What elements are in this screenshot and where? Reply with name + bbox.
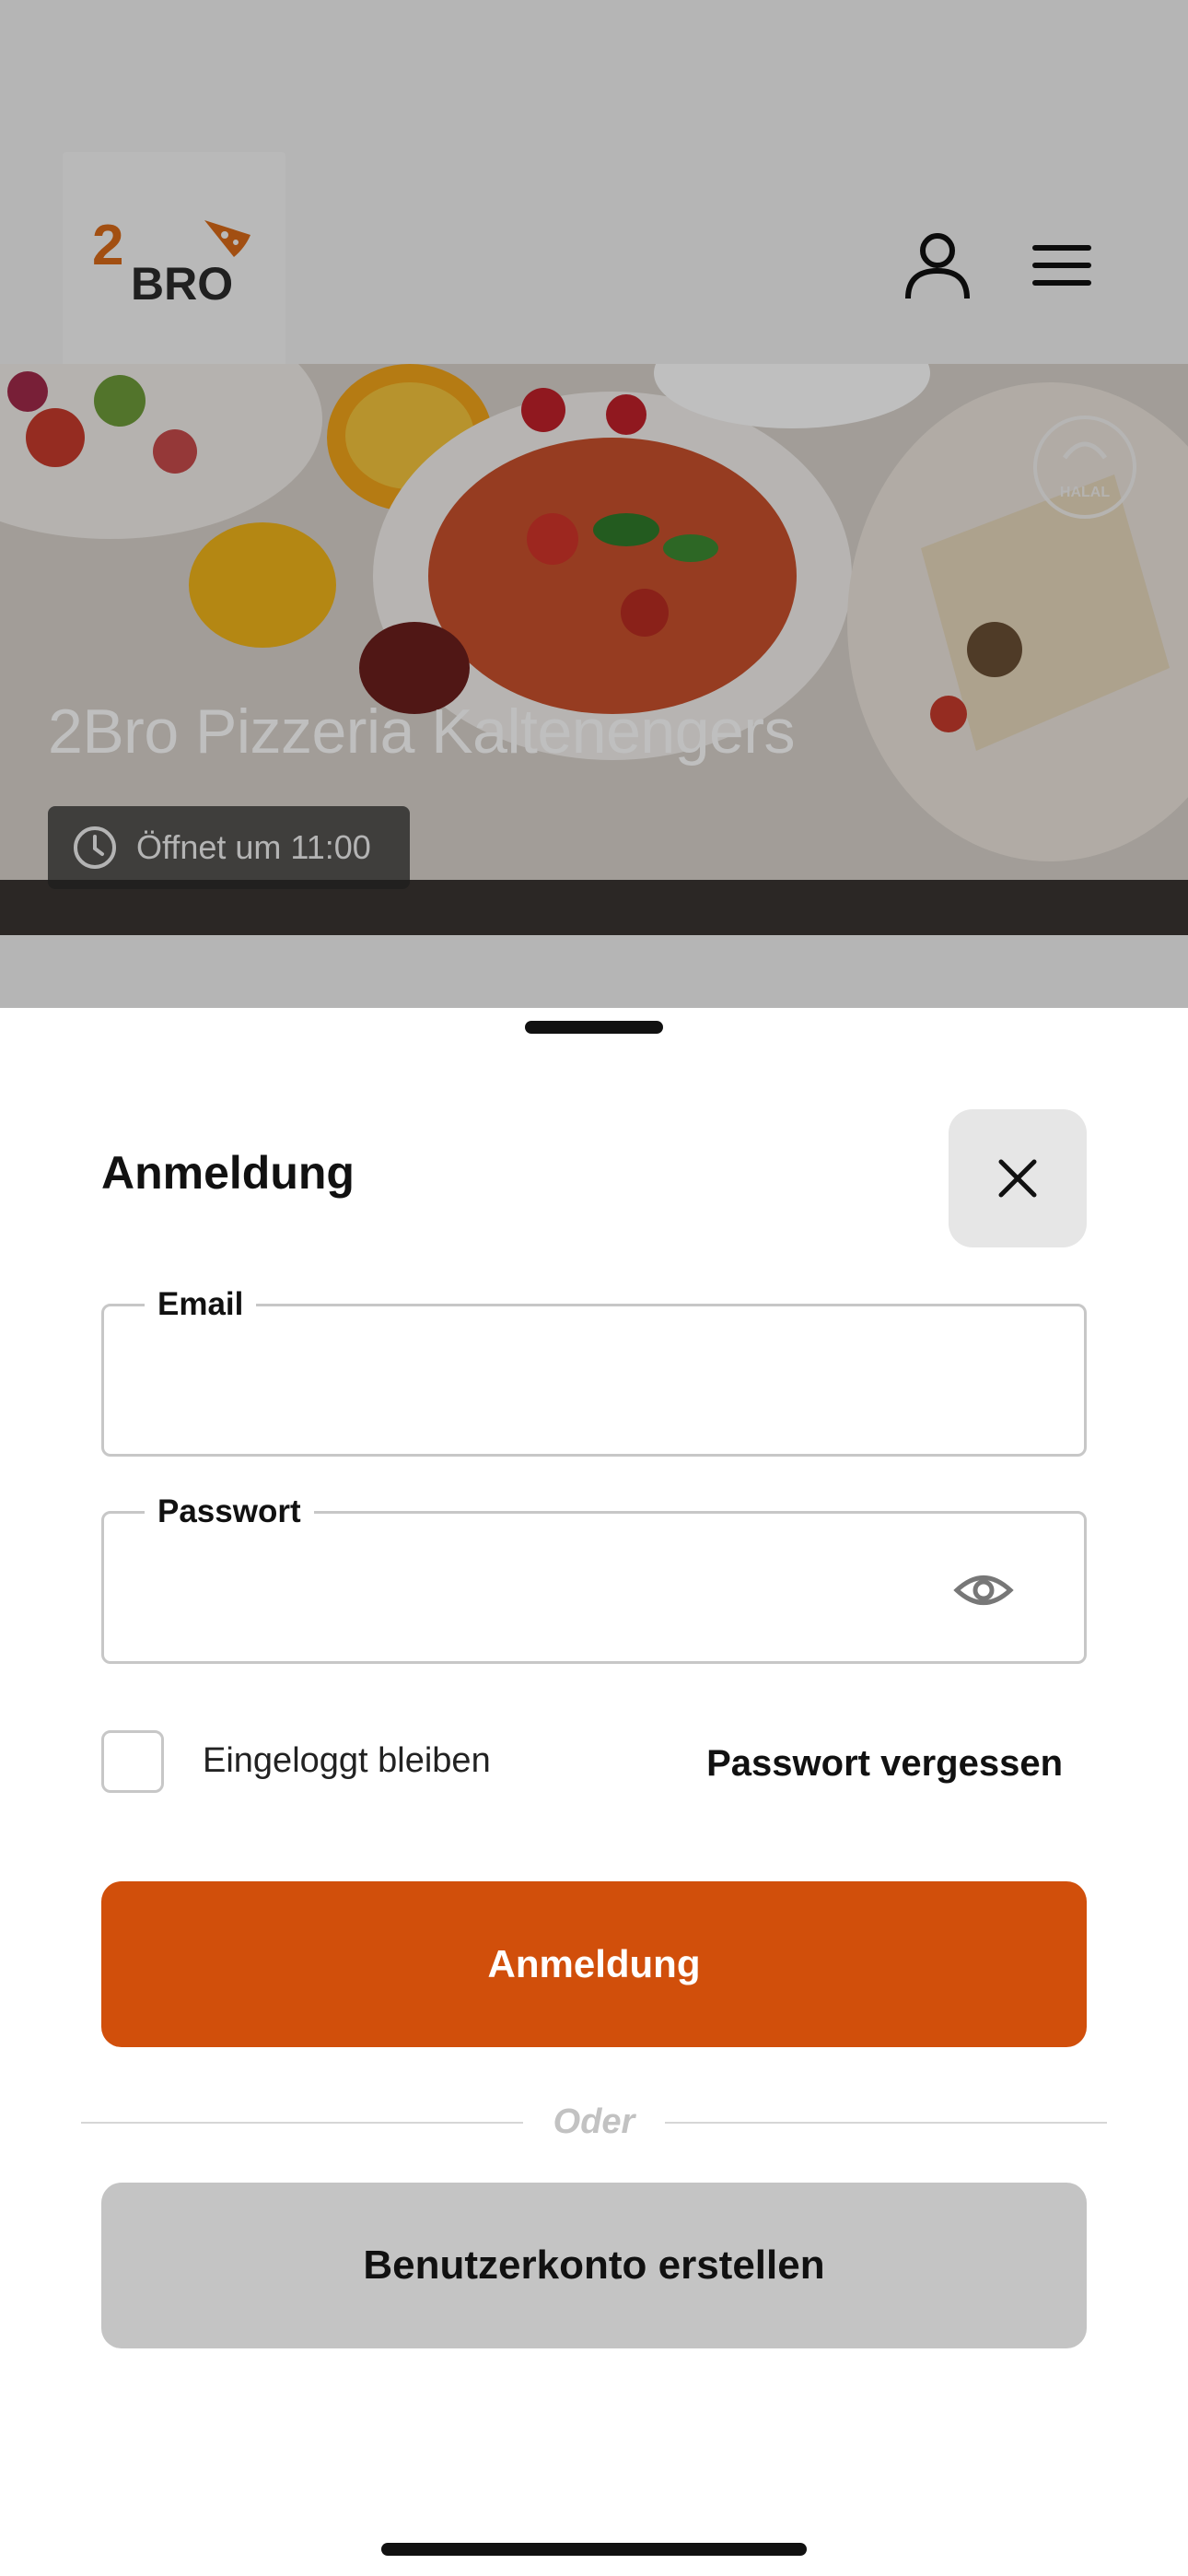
remember-label[interactable]: Eingeloggt bleiben bbox=[203, 1741, 491, 1781]
password-field[interactable]: Passwort bbox=[101, 1493, 1087, 1664]
close-button[interactable] bbox=[949, 1109, 1087, 1247]
close-icon bbox=[998, 1159, 1037, 1198]
remember-row: Eingeloggt bleiben Passwort vergessen bbox=[101, 1730, 1087, 1795]
app-screen: 2 BRO HALAL 2Bro Pizzeria Kaltenengers Ö… bbox=[0, 0, 1188, 2576]
email-input[interactable] bbox=[156, 1362, 966, 1426]
sheet-drag-handle[interactable] bbox=[525, 1021, 663, 1034]
eye-icon[interactable] bbox=[953, 1560, 1014, 1621]
remember-checkbox[interactable] bbox=[101, 1730, 164, 1793]
home-indicator bbox=[381, 2543, 807, 2556]
password-input[interactable] bbox=[156, 1569, 966, 1633]
forgot-password-link[interactable]: Passwort vergessen bbox=[706, 1743, 1063, 1785]
email-label: Email bbox=[145, 1286, 257, 1323]
login-sheet: Anmeldung Email Passwort Eingeloggt blei… bbox=[0, 1008, 1188, 2576]
sheet-title: Anmeldung bbox=[101, 1147, 355, 1199]
modal-backdrop[interactable] bbox=[0, 0, 1188, 1009]
create-account-button[interactable]: Benutzerkonto erstellen bbox=[101, 2183, 1087, 2348]
or-divider: Oder bbox=[81, 2095, 1107, 2150]
password-label: Passwort bbox=[145, 1493, 314, 1530]
login-button[interactable]: Anmeldung bbox=[101, 1881, 1087, 2047]
email-field[interactable]: Email bbox=[101, 1286, 1087, 1457]
divider-line-right bbox=[665, 2122, 1107, 2124]
